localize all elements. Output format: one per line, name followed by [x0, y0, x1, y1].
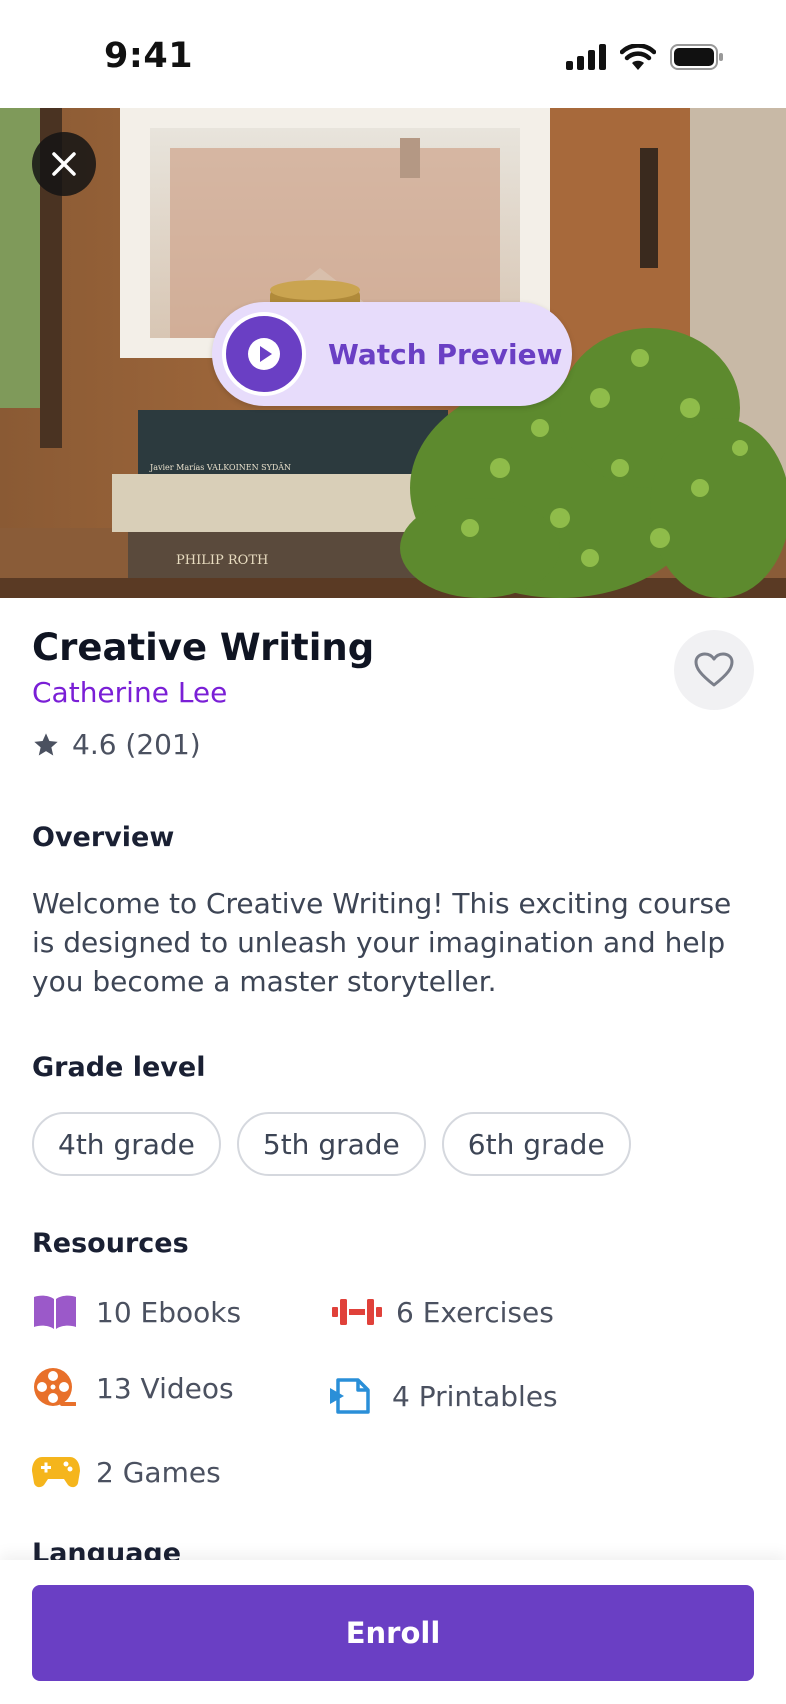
- resource-videos-label: 13 Videos: [96, 1371, 234, 1405]
- resources-heading: Resources: [32, 1228, 189, 1259]
- wifi-icon: [620, 44, 656, 70]
- gamepad-icon: [32, 1450, 84, 1494]
- resource-games-label: 2 Games: [96, 1455, 221, 1489]
- printable-icon: [328, 1374, 380, 1418]
- resource-ebooks: 10 Ebooks: [32, 1290, 241, 1334]
- grade-chips: 4th grade 5th grade 6th grade: [32, 1112, 631, 1176]
- favorite-button[interactable]: [674, 630, 754, 710]
- book-spine-text-2: PHILIP ROTH: [176, 553, 268, 568]
- heart-icon: [694, 652, 734, 687]
- grade-chip-5th[interactable]: 5th grade: [236, 1112, 426, 1176]
- hero-image: Javier Marías VALKOINEN SYDÄN PHILIP ROT…: [0, 108, 786, 598]
- watch-preview-label: Watch Preview: [328, 337, 563, 371]
- overview-heading: Overview: [32, 822, 175, 853]
- grade-chip-6th[interactable]: 6th grade: [441, 1112, 631, 1176]
- enroll-button[interactable]: Enroll: [32, 1585, 754, 1681]
- status-bar: 9:41: [0, 0, 786, 108]
- play-icon: [222, 312, 306, 396]
- close-button[interactable]: [32, 132, 96, 196]
- status-time: 9:41: [104, 36, 194, 76]
- resource-printables-label: 4 Printables: [392, 1379, 558, 1413]
- book-icon: [32, 1290, 84, 1334]
- close-icon: [52, 152, 76, 176]
- course-rating: 4.6 (201): [32, 728, 201, 761]
- resource-ebooks-label: 10 Ebooks: [96, 1295, 242, 1329]
- resource-printables: 4 Printables: [328, 1374, 558, 1418]
- dumbbell-icon: [332, 1290, 384, 1334]
- course-title: Creative Writing: [32, 626, 375, 669]
- book-spine-text-1: Javier Marías VALKOINEN SYDÄN: [149, 463, 291, 472]
- cellular-signal-icon: [566, 44, 606, 70]
- resource-exercises: 6 Exercises: [332, 1290, 554, 1334]
- rating-value: 4.6 (201): [72, 728, 201, 761]
- grade-level-heading: Grade level: [32, 1052, 206, 1083]
- resource-games: 2 Games: [32, 1450, 221, 1494]
- film-reel-icon: [32, 1366, 84, 1410]
- watch-preview-button[interactable]: Watch Preview: [212, 302, 572, 406]
- status-icons: [566, 44, 724, 70]
- resource-videos: 13 Videos: [32, 1366, 234, 1410]
- resource-exercises-label: 6 Exercises: [396, 1295, 554, 1329]
- overview-text: Welcome to Creative Writing! This exciti…: [32, 887, 732, 998]
- bottom-action-bar: Enroll: [0, 1560, 786, 1704]
- course-author[interactable]: Catherine Lee: [32, 676, 227, 709]
- grade-chip-4th[interactable]: 4th grade: [32, 1112, 221, 1176]
- star-icon: [34, 732, 58, 755]
- battery-icon: [670, 44, 723, 70]
